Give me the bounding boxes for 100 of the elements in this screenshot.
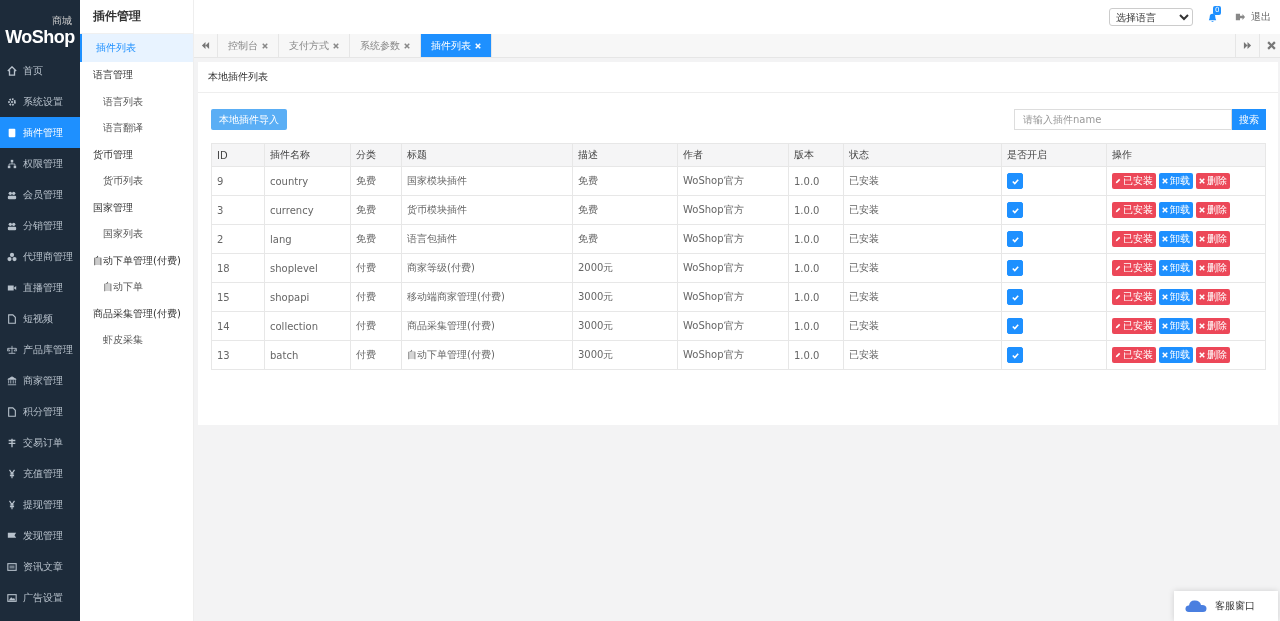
table-cell: 1.0.0: [788, 224, 844, 254]
file-icon: [7, 406, 17, 417]
import-button[interactable]: 本地插件导入: [211, 109, 287, 130]
tab[interactable]: 插件列表: [421, 34, 492, 57]
table-cell: shopapi: [264, 282, 351, 312]
submenu-item[interactable]: 语言翻译: [80, 115, 193, 142]
delete-button[interactable]: 删除: [1196, 202, 1230, 218]
enabled-checkbox[interactable]: [1007, 231, 1023, 247]
table-cell: 免费: [350, 224, 402, 254]
sidebar-item[interactable]: 直播管理: [0, 272, 80, 303]
sidebar-item[interactable]: 插件管理: [0, 117, 80, 148]
sidebar-item[interactable]: 分销管理: [0, 210, 80, 241]
uninstall-button[interactable]: 卸载: [1159, 289, 1193, 305]
sidebar-item[interactable]: 交易订单: [0, 427, 80, 458]
sidebar-item[interactable]: 首页: [0, 55, 80, 86]
sidebar-item[interactable]: 产品库管理: [0, 334, 80, 365]
table-cell: 已安装: [843, 195, 1002, 225]
table-cell: 国家模块插件: [401, 166, 573, 196]
sidebar-item[interactable]: 会员管理: [0, 179, 80, 210]
enabled-checkbox[interactable]: [1007, 318, 1023, 334]
enabled-checkbox[interactable]: [1007, 289, 1023, 305]
logout-icon[interactable]: [1235, 12, 1245, 22]
check-icon: [1010, 350, 1020, 360]
enabled-checkbox[interactable]: [1007, 173, 1023, 189]
file-icon: [7, 313, 17, 324]
sidebar-item[interactable]: 系统设置: [0, 86, 80, 117]
table-cell: 1.0.0: [788, 311, 844, 341]
submenu-item[interactable]: 插件列表: [80, 34, 193, 62]
sidebar-item[interactable]: 权限管理: [0, 148, 80, 179]
table-cell: 已安装: [843, 311, 1002, 341]
enabled-checkbox[interactable]: [1007, 260, 1023, 276]
uninstall-button[interactable]: 卸载: [1159, 260, 1193, 276]
close-icon: [1199, 265, 1205, 271]
language-select[interactable]: 选择语言: [1109, 8, 1193, 26]
uninstall-button[interactable]: 卸载: [1159, 173, 1193, 189]
yen-icon: [7, 499, 17, 510]
installed-button[interactable]: 已安装: [1112, 260, 1156, 276]
installed-button[interactable]: 已安装: [1112, 173, 1156, 189]
installed-button[interactable]: 已安装: [1112, 202, 1156, 218]
sidebar-item[interactable]: 资讯文章: [0, 551, 80, 582]
table-cell: 免费: [572, 224, 678, 254]
table-cell: 已安装: [843, 282, 1002, 312]
submenu-item[interactable]: 语言列表: [80, 88, 193, 115]
close-icon[interactable]: [404, 42, 410, 49]
uninstall-button[interactable]: 卸载: [1159, 231, 1193, 247]
submenu-item[interactable]: 国家列表: [80, 221, 193, 248]
installed-button[interactable]: 已安装: [1112, 347, 1156, 363]
sidebar-item[interactable]: 充值管理: [0, 458, 80, 489]
column-header: 标题: [401, 143, 573, 167]
submenu-group: 商品采集管理(付费): [80, 300, 193, 327]
submenu-group: 国家管理: [80, 194, 193, 221]
delete-button[interactable]: 删除: [1196, 231, 1230, 247]
sidebar-item[interactable]: 代理商管理: [0, 241, 80, 272]
installed-button[interactable]: 已安装: [1112, 318, 1156, 334]
table-cell: 付费: [350, 340, 402, 370]
flag-icon: [7, 530, 17, 541]
column-header: ID: [211, 143, 265, 167]
close-icon[interactable]: [333, 42, 339, 49]
submenu-item[interactable]: 自动下单: [80, 274, 193, 301]
delete-button[interactable]: 删除: [1196, 289, 1230, 305]
table-cell: 3000元: [572, 282, 678, 312]
sidebar-item[interactable]: 广告设置: [0, 582, 80, 613]
uninstall-button[interactable]: 卸载: [1159, 202, 1193, 218]
table-cell: 2: [211, 224, 265, 254]
enabled-checkbox[interactable]: [1007, 202, 1023, 218]
pencil-icon: [1115, 236, 1121, 242]
table-cell: 付费: [350, 311, 402, 341]
close-icon: [1162, 352, 1168, 358]
delete-button[interactable]: 删除: [1196, 318, 1230, 334]
sidebar-item[interactable]: 短视频: [0, 303, 80, 334]
table-cell: 语言包插件: [401, 224, 573, 254]
submenu-item[interactable]: 虾皮采集: [80, 327, 193, 354]
uninstall-button[interactable]: 卸载: [1159, 347, 1193, 363]
table-cell: lang: [264, 224, 351, 254]
logout-link[interactable]: 退出: [1251, 10, 1271, 24]
installed-button[interactable]: 已安装: [1112, 289, 1156, 305]
delete-button[interactable]: 删除: [1196, 347, 1230, 363]
delete-button[interactable]: 删除: [1196, 173, 1230, 189]
sidebar-item[interactable]: 商家管理: [0, 365, 80, 396]
delete-button[interactable]: 删除: [1196, 260, 1230, 276]
picture-icon: [7, 592, 17, 603]
enabled-checkbox[interactable]: [1007, 347, 1023, 363]
search-field[interactable]: 请输入插件name: [1014, 109, 1232, 130]
sidebar-item[interactable]: 积分管理: [0, 396, 80, 427]
bell-icon[interactable]: [1207, 11, 1218, 23]
table-cell: country: [264, 166, 351, 196]
gear-icon: [7, 96, 17, 107]
sidebar-item[interactable]: 提现管理: [0, 489, 80, 520]
sidebar-item[interactable]: 发现管理: [0, 520, 80, 551]
installed-button[interactable]: 已安装: [1112, 231, 1156, 247]
column-header: 作者: [677, 143, 789, 167]
table-cell: 货币模块插件: [401, 195, 573, 225]
uninstall-button[interactable]: 卸载: [1159, 318, 1193, 334]
search-button[interactable]: 搜索: [1232, 109, 1266, 130]
table-cell: 已安装: [843, 340, 1002, 370]
chat-widget[interactable]: 客服窗口: [1174, 591, 1278, 621]
hierarchy-icon: [7, 158, 17, 169]
submenu-item[interactable]: 货币列表: [80, 168, 193, 195]
close-icon[interactable]: [262, 42, 268, 49]
close-icon: [1199, 294, 1205, 300]
